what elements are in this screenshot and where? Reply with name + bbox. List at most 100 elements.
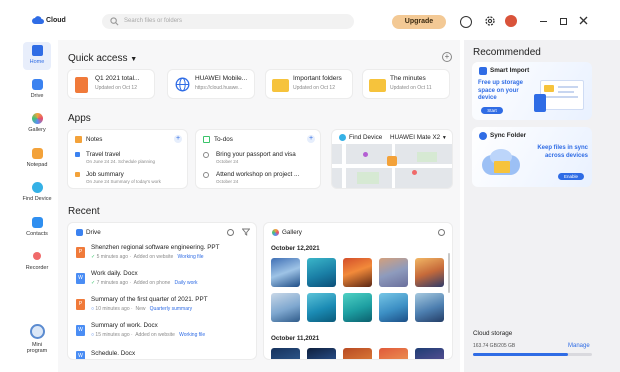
- upgrade-button[interactable]: Upgrade: [392, 15, 446, 29]
- list-item[interactable]: W Schedule. Docx: [68, 346, 256, 359]
- enable-button[interactable]: Enable: [558, 173, 584, 180]
- list-item[interactable]: W Work daily. Docx ✓ 7 minutes ago · Add…: [68, 268, 256, 294]
- quick-access-item[interactable]: Important folders Updated on Oct 12: [265, 69, 353, 99]
- photo-thumbnail[interactable]: [379, 258, 408, 287]
- photo-thumbnail[interactable]: [415, 258, 444, 287]
- globe-icon: [175, 77, 190, 94]
- gear-icon[interactable]: [484, 15, 496, 29]
- photo-thumbnail[interactable]: [307, 258, 336, 287]
- photo-thumbnail[interactable]: [343, 258, 372, 287]
- photo-thumbnail[interactable]: [343, 348, 372, 359]
- photo-thumbnail[interactable]: [415, 293, 444, 322]
- file-tag[interactable]: Daily work: [174, 280, 197, 286]
- word-file-icon: W: [76, 351, 85, 359]
- todos-card[interactable]: To-dos + Bring your passport and visa Oc…: [195, 129, 321, 189]
- quick-access-item-title: Important folders: [293, 75, 342, 82]
- sidebar-item-notepad[interactable]: Notepad: [20, 148, 54, 168]
- photo-thumbnail[interactable]: [379, 348, 408, 359]
- quick-access-item[interactable]: Q1 2021 total... Updated on Oct 12: [67, 69, 155, 99]
- list-item[interactable]: P Shenzhen regional software engineering…: [68, 242, 256, 268]
- minimize-icon[interactable]: [540, 21, 547, 23]
- recorder-icon: [33, 252, 41, 260]
- app-title: Cloud: [46, 17, 66, 24]
- sidebar-item-recorder[interactable]: Recorder: [20, 252, 54, 271]
- sidebar-item-mini-program[interactable]: Mini program: [20, 324, 54, 354]
- search-input[interactable]: Search files or folders: [102, 14, 354, 29]
- file-time: 10 minutes ago: [95, 306, 130, 312]
- find-device-icon: [31, 182, 43, 193]
- notes-card[interactable]: Notes + Travel travel On June 24 24. Sch…: [67, 129, 188, 189]
- storage-progress-track: [473, 353, 592, 356]
- photo-thumbnail[interactable]: [307, 293, 336, 322]
- sidebar-item-drive[interactable]: Drive: [20, 79, 54, 99]
- quick-access-item-title: HUAWEI Mobile...: [195, 75, 248, 82]
- todo-title[interactable]: Bring your passport and visa: [216, 151, 296, 158]
- todo-title[interactable]: Attend workshop on project ...: [216, 171, 299, 178]
- ppt-file-icon: P: [76, 299, 85, 310]
- gallery-icon: [31, 113, 43, 124]
- photo-thumbnail[interactable]: [415, 348, 444, 359]
- sidebar-item-home[interactable]: Home: [20, 45, 54, 65]
- photo-thumbnail[interactable]: [307, 348, 336, 359]
- file-source: New: [135, 306, 146, 312]
- apps-title: Apps: [68, 113, 91, 124]
- add-note-icon[interactable]: +: [174, 135, 182, 143]
- photo-thumbnail[interactable]: [271, 293, 300, 322]
- find-device-card[interactable]: Find Device HUAWEI Mate X2 ▼: [331, 129, 453, 189]
- note-meta: On June 24 Summary of today's work: [86, 179, 161, 184]
- sidebar-item-label: Recorder: [25, 265, 49, 271]
- contacts-icon: [31, 217, 43, 228]
- refresh-icon[interactable]: [438, 229, 445, 236]
- file-tag[interactable]: Quarterly summary: [150, 306, 193, 312]
- quick-access-item[interactable]: The minutes Updated on Oct 11: [362, 69, 450, 99]
- sidebar-item-gallery[interactable]: Gallery: [20, 113, 54, 133]
- smart-import-icon: [479, 67, 487, 75]
- photo-thumbnail[interactable]: [379, 293, 408, 322]
- gallery-icon: [272, 229, 279, 236]
- quick-access-item[interactable]: HUAWEI Mobile... https://cloud.huawe...: [167, 69, 255, 99]
- sidebar-item-find-device[interactable]: Find Device: [20, 182, 54, 202]
- add-quick-access-icon[interactable]: +: [442, 52, 452, 62]
- photo-thumbnail[interactable]: [271, 348, 300, 359]
- file-name: Schedule. Docx: [91, 350, 136, 357]
- file-tag[interactable]: Working file: [178, 254, 204, 260]
- list-item[interactable]: P Summary of the first quarter of 2021. …: [68, 294, 256, 320]
- scrollbar[interactable]: [448, 253, 450, 293]
- close-icon[interactable]: [579, 16, 588, 27]
- manage-storage-link[interactable]: Manage: [568, 343, 590, 349]
- sidebar-item-contacts[interactable]: Contacts: [20, 217, 54, 237]
- photo-thumbnail[interactable]: [343, 293, 372, 322]
- photo-thumbnail[interactable]: [271, 258, 300, 287]
- todo-checkbox[interactable]: [203, 152, 209, 158]
- quick-access-item-subtitle: Updated on Oct 12: [95, 85, 137, 91]
- quick-access-label: Quick access: [68, 53, 128, 64]
- maximize-icon[interactable]: [560, 18, 567, 25]
- todo-checkbox[interactable]: [203, 172, 209, 178]
- device-selector[interactable]: HUAWEI Mate X2 ▼: [390, 134, 447, 141]
- points-icon[interactable]: [460, 16, 472, 28]
- refresh-icon[interactable]: [227, 229, 234, 236]
- smart-import-card[interactable]: Smart Import Free up storage space on yo…: [472, 62, 592, 120]
- folder-icon: [369, 79, 386, 92]
- add-todo-icon[interactable]: +: [307, 135, 315, 143]
- check-icon: ✓: [91, 254, 96, 260]
- quick-access-title[interactable]: Quick access ▼: [68, 53, 137, 64]
- file-source: Added on website: [133, 254, 174, 260]
- list-item[interactable]: W Summary of work. Docx ○ 15 minutes ago…: [68, 320, 256, 346]
- filter-icon[interactable]: [241, 228, 251, 238]
- note-title[interactable]: Job summary: [86, 171, 124, 178]
- find-device-title: Find Device: [349, 134, 383, 141]
- map-view[interactable]: [332, 144, 452, 188]
- file-meta: ○ 10 minutes ago · New Quarterly summary: [91, 306, 193, 312]
- sync-folder-illustration: [478, 145, 530, 183]
- avatar[interactable]: [505, 15, 517, 27]
- note-title[interactable]: Travel travel: [86, 151, 120, 158]
- start-button[interactable]: Start: [481, 107, 503, 114]
- sync-folder-title: Sync Folder: [490, 132, 527, 139]
- sync-icon: ○: [91, 306, 95, 312]
- gallery-date: October 12,2021: [271, 245, 320, 252]
- sidebar-item-label: Find Device: [22, 196, 52, 202]
- file-tag[interactable]: Working file: [179, 332, 205, 338]
- file-meta: ✓ 5 minutes ago · Added on website Worki…: [91, 254, 204, 260]
- sync-folder-card[interactable]: Sync Folder Keep files in sync across de…: [472, 127, 592, 187]
